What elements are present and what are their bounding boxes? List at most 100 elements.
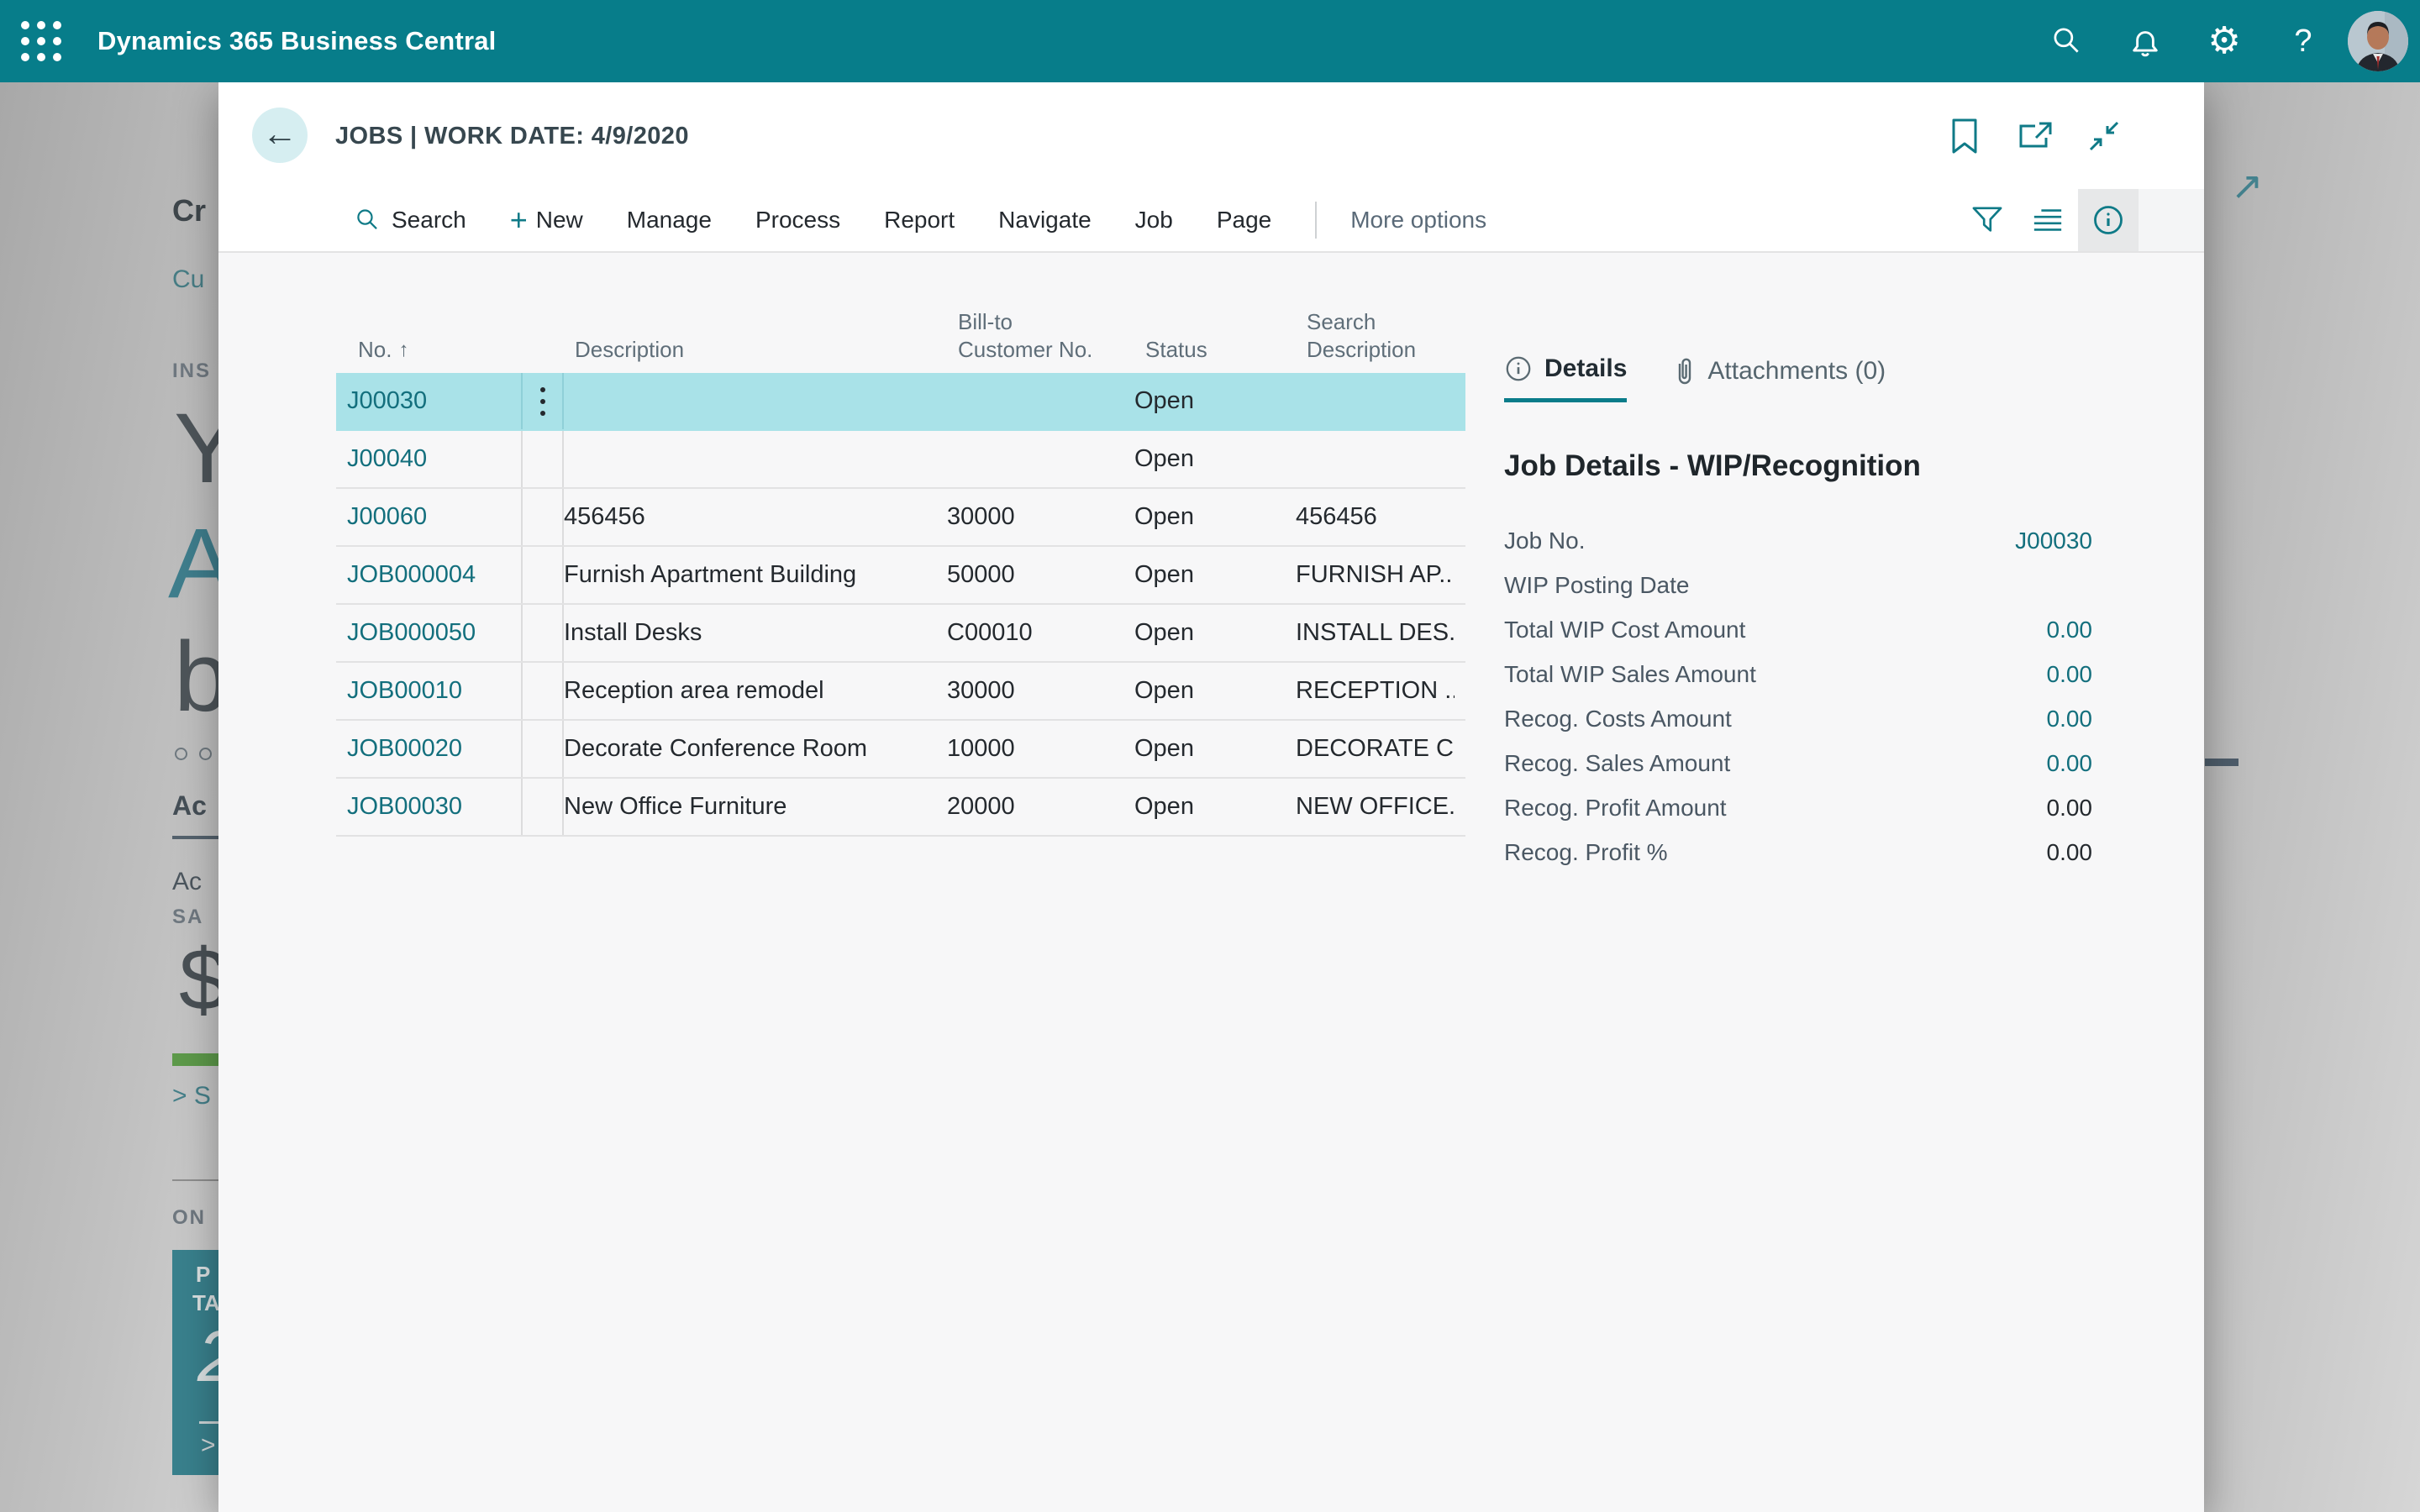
cell-status: Open bbox=[1134, 503, 1296, 531]
field-value[interactable]: 0.00 bbox=[2047, 617, 2093, 643]
table-row[interactable]: J00060 456456 30000 Open 456456 bbox=[336, 489, 1465, 547]
cell-bill-to: C00010 bbox=[947, 619, 1134, 647]
field-label: Recog. Profit Amount bbox=[1504, 795, 2047, 822]
field-value[interactable]: J00030 bbox=[2015, 528, 2092, 554]
cell-description: Furnish Apartment Building bbox=[564, 561, 947, 589]
field-value[interactable]: 0.00 bbox=[2047, 661, 2093, 688]
cell-search-description: FURNISH AP... bbox=[1296, 561, 1455, 589]
action-job[interactable]: Job bbox=[1135, 207, 1173, 234]
action-process[interactable]: Process bbox=[755, 207, 840, 234]
cell-search-description: INSTALL DES... bbox=[1296, 619, 1455, 647]
bg-page-heading: Cr bbox=[172, 193, 206, 228]
app-launcher-icon[interactable] bbox=[0, 0, 82, 82]
job-no-link[interactable]: JOB00030 bbox=[347, 793, 462, 821]
search-icon[interactable] bbox=[2027, 0, 2106, 82]
cell-status: Open bbox=[1134, 387, 1296, 415]
user-avatar[interactable] bbox=[2348, 11, 2408, 71]
field-value[interactable]: 0.00 bbox=[2047, 750, 2093, 777]
field-label: Recog. Sales Amount bbox=[1504, 750, 2047, 777]
column-header-bill-to[interactable]: Bill-to Customer No. bbox=[958, 308, 1145, 363]
field-label: Recog. Profit % bbox=[1504, 839, 2047, 866]
jobs-table-header: No. ↑ Description Bill-to Customer No. S… bbox=[336, 283, 1465, 373]
cell-bill-to: 10000 bbox=[947, 735, 1134, 763]
field-label: Recog. Costs Amount bbox=[1504, 706, 2047, 732]
bg-see-more-link: > S bbox=[172, 1082, 211, 1110]
column-header-no[interactable]: No. ↑ bbox=[347, 336, 534, 364]
action-search[interactable]: Search bbox=[353, 206, 466, 234]
open-in-new-window-icon[interactable] bbox=[2014, 119, 2054, 153]
details-field: Recog. Costs Amount 0.00 bbox=[1504, 696, 2092, 741]
action-new[interactable]: + New bbox=[510, 205, 583, 235]
field-label: Total WIP Cost Amount bbox=[1504, 617, 2047, 643]
table-row[interactable]: J00030 Open bbox=[336, 373, 1465, 431]
action-manage[interactable]: Manage bbox=[627, 207, 712, 234]
column-header-status[interactable]: Status bbox=[1145, 336, 1307, 364]
info-icon bbox=[1504, 354, 1533, 383]
info-pane-toggle-icon[interactable] bbox=[2078, 189, 2139, 251]
table-row[interactable]: JOB000004 Furnish Apartment Building 500… bbox=[336, 547, 1465, 605]
bg-kpi-tile: P TA 2 > bbox=[172, 1250, 218, 1475]
help-icon[interactable]: ? bbox=[2264, 0, 2343, 82]
bg-carousel-dots bbox=[175, 748, 212, 760]
table-row[interactable]: JOB00030 New Office Furniture 20000 Open… bbox=[336, 779, 1465, 837]
list-view-icon[interactable] bbox=[2018, 189, 2078, 251]
details-field: Recog. Sales Amount 0.00 bbox=[1504, 741, 2092, 785]
bg-tile-label1: P bbox=[196, 1262, 210, 1288]
table-row[interactable]: J00040 Open bbox=[336, 431, 1465, 489]
job-no-link[interactable]: JOB000050 bbox=[347, 619, 476, 647]
settings-gear-icon[interactable]: ⚙ bbox=[2185, 0, 2264, 82]
tab-attachments[interactable]: Attachments (0) bbox=[1674, 356, 1886, 402]
bg-headline-letter: Y bbox=[174, 391, 218, 506]
job-no-link[interactable]: J00040 bbox=[347, 445, 427, 473]
cell-bill-to: 30000 bbox=[947, 503, 1134, 531]
table-row[interactable]: JOB00010 Reception area remodel 30000 Op… bbox=[336, 663, 1465, 721]
bg-sales-caption: SA bbox=[172, 906, 203, 929]
column-header-search-description[interactable]: Search Description bbox=[1307, 308, 1465, 363]
bookmark-icon[interactable] bbox=[1944, 119, 1985, 153]
back-button[interactable]: ← bbox=[252, 108, 308, 163]
bg-insights-caption: INS bbox=[172, 360, 211, 383]
job-no-link[interactable]: J00030 bbox=[347, 387, 427, 415]
action-more-options[interactable]: More options bbox=[1350, 207, 1486, 234]
cell-status: Open bbox=[1134, 561, 1296, 589]
details-field: WIP Posting Date bbox=[1504, 563, 2092, 607]
job-no-link[interactable]: JOB00010 bbox=[347, 677, 462, 705]
table-row[interactable]: JOB00020 Decorate Conference Room 10000 … bbox=[336, 721, 1465, 779]
job-no-link[interactable]: JOB00020 bbox=[347, 735, 462, 763]
cell-description: New Office Furniture bbox=[564, 793, 947, 821]
bg-headline-letter: A bbox=[168, 507, 218, 621]
details-field: Total WIP Cost Amount 0.00 bbox=[1504, 607, 2092, 652]
field-value: 0.00 bbox=[2047, 839, 2093, 866]
collapse-icon[interactable] bbox=[2084, 119, 2124, 153]
action-report[interactable]: Report bbox=[884, 207, 955, 234]
job-no-link[interactable]: JOB000004 bbox=[347, 561, 476, 589]
notifications-bell-icon[interactable] bbox=[2106, 0, 2185, 82]
cell-search-description: DECORATE C... bbox=[1296, 735, 1455, 763]
row-menu-icon[interactable] bbox=[540, 387, 545, 416]
cell-bill-to: 20000 bbox=[947, 793, 1134, 821]
job-no-link[interactable]: J00060 bbox=[347, 503, 427, 531]
jobs-table: No. ↑ Description Bill-to Customer No. S… bbox=[336, 283, 1465, 837]
tab-details[interactable]: Details bbox=[1504, 354, 1627, 402]
details-heading: Job Details - WIP/Recognition bbox=[1504, 449, 2092, 483]
cell-status: Open bbox=[1134, 735, 1296, 763]
action-page[interactable]: Page bbox=[1217, 207, 1271, 234]
sort-ascending-icon: ↑ bbox=[398, 338, 408, 363]
cell-status: Open bbox=[1134, 677, 1296, 705]
bg-tab-underline bbox=[172, 836, 218, 839]
cell-search-description: RECEPTION ... bbox=[1296, 677, 1455, 705]
bg-tile-chevron: > bbox=[201, 1431, 216, 1460]
app-title: Dynamics 365 Business Central bbox=[97, 26, 496, 56]
back-arrow-icon: ← bbox=[262, 116, 297, 151]
details-field: Recog. Profit % 0.00 bbox=[1504, 830, 2092, 874]
cell-description: Decorate Conference Room bbox=[564, 735, 947, 763]
action-menu-items: Manage Process Report Navigate Job Page bbox=[627, 207, 1315, 234]
table-row[interactable]: JOB000050 Install Desks C00010 Open INST… bbox=[336, 605, 1465, 663]
column-header-description[interactable]: Description bbox=[575, 336, 958, 364]
field-value[interactable]: 0.00 bbox=[2047, 706, 2093, 732]
filter-icon[interactable] bbox=[1957, 189, 2018, 251]
cell-status: Open bbox=[1134, 619, 1296, 647]
bg-tile-value: 2 bbox=[197, 1315, 218, 1399]
jobs-table-body: J00030 Open J00040 Open J00060 456456 30… bbox=[336, 373, 1465, 837]
action-navigate[interactable]: Navigate bbox=[998, 207, 1092, 234]
